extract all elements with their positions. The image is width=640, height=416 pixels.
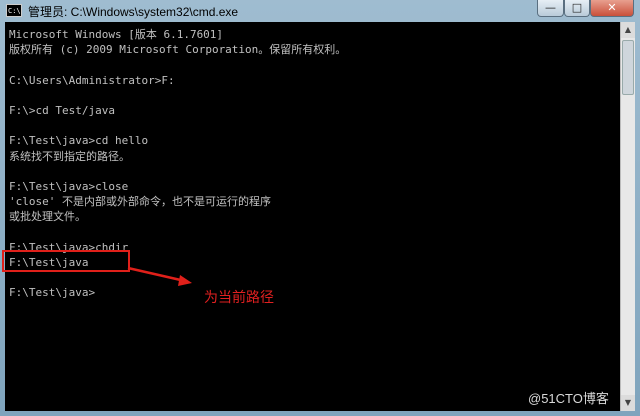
annotation-label: 为当前路径 <box>204 290 274 306</box>
cmd-window: C:\ 管理员: C:\Windows\system32\cmd.exe — □… <box>0 0 640 416</box>
arrow-icon <box>127 266 192 286</box>
watermark: @51CTO博客 <box>528 391 609 406</box>
